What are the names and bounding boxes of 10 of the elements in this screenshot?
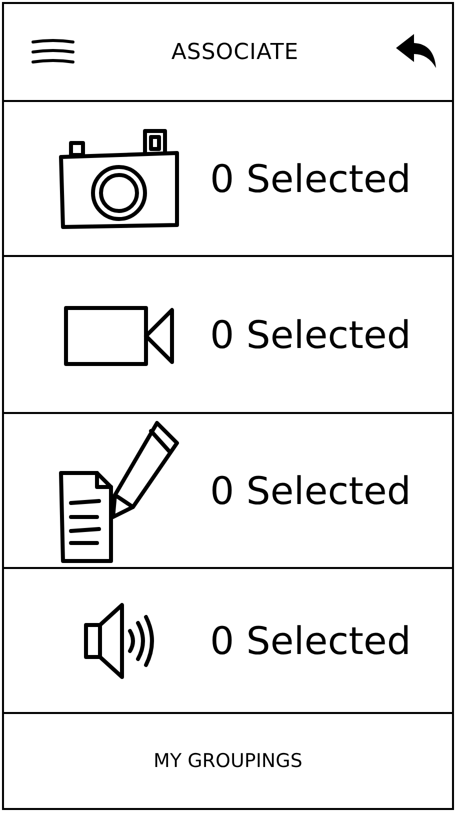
screen-title: ASSOCIATE <box>171 40 299 64</box>
back-button[interactable] <box>394 34 438 70</box>
menu-button[interactable] <box>30 38 76 66</box>
selected-count: 0 Selected <box>210 468 411 512</box>
selected-count: 0 Selected <box>210 156 411 200</box>
selected-count: 0 Selected <box>210 618 411 662</box>
my-groupings-button[interactable]: MY GROUPINGS <box>4 714 452 808</box>
selected-count: 0 Selected <box>210 312 411 356</box>
camera-icon <box>57 126 181 230</box>
speaker-icon <box>82 600 156 680</box>
